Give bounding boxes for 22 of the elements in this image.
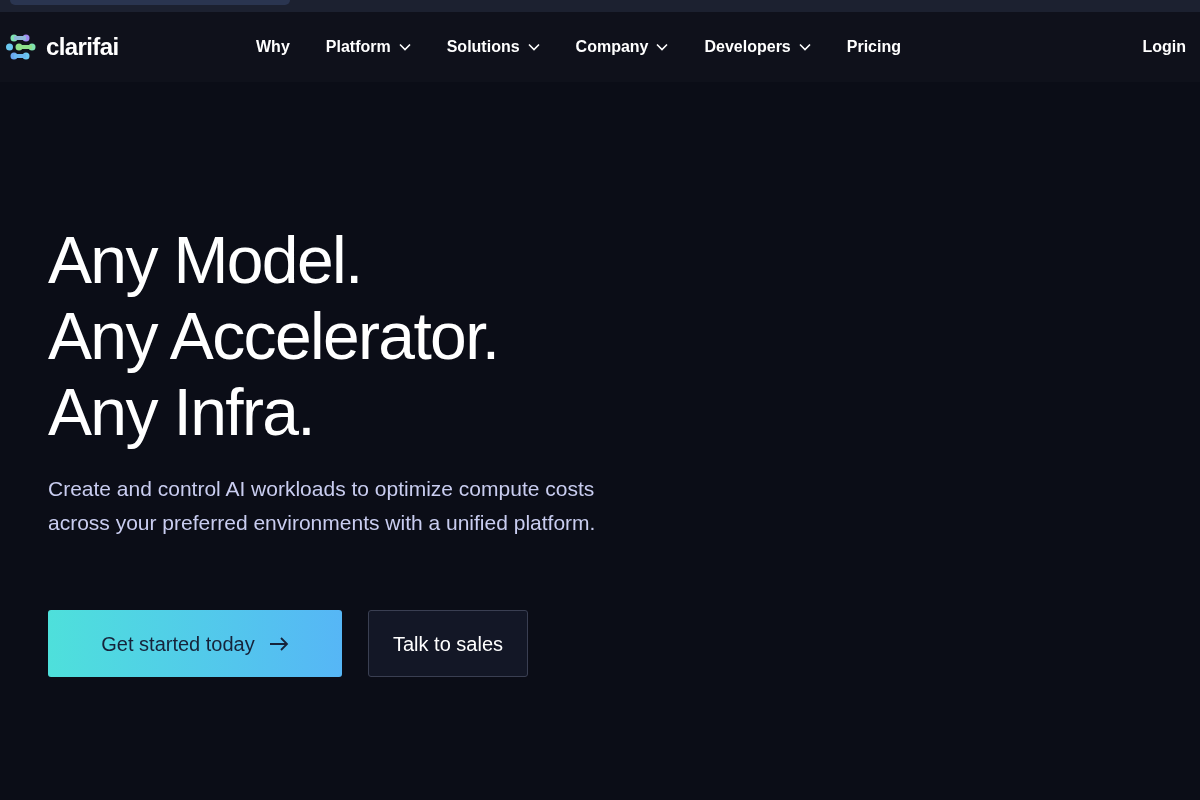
logo-wordmark: clarifai [46,32,119,62]
nav-item[interactable]: Pricing [846,35,901,59]
get-started-button[interactable]: Get started today [48,610,342,677]
chevron-down-icon [798,43,811,51]
login-link[interactable]: Login [1142,35,1186,59]
nav-item[interactable]: Developers [704,35,811,59]
talk-to-sales-button[interactable]: Talk to sales [368,610,528,677]
nav-item[interactable]: Why [256,35,290,59]
hero-headline-line: Any Accelerator. [48,298,499,374]
hero-headline-line: Any Infra. [48,374,314,450]
nav-item[interactable]: Solutions [446,35,540,59]
chevron-down-icon [527,43,540,51]
nav-item[interactable]: Platform [325,35,411,59]
hero-headline-line: Any Model. [48,222,362,298]
logo-icon [6,33,38,61]
clarifai-logo[interactable]: clarifai [6,29,256,65]
nav-item[interactable]: Company [575,35,669,59]
arrow-right-icon [268,636,289,651]
chevron-down-icon [398,43,411,51]
chevron-down-icon [656,43,669,51]
hero-subtitle: Create and control AI workloads to optimize compute costs across your preferred environments with a unified platform. [48,476,597,536]
browser-tab[interactable] [10,0,290,5]
